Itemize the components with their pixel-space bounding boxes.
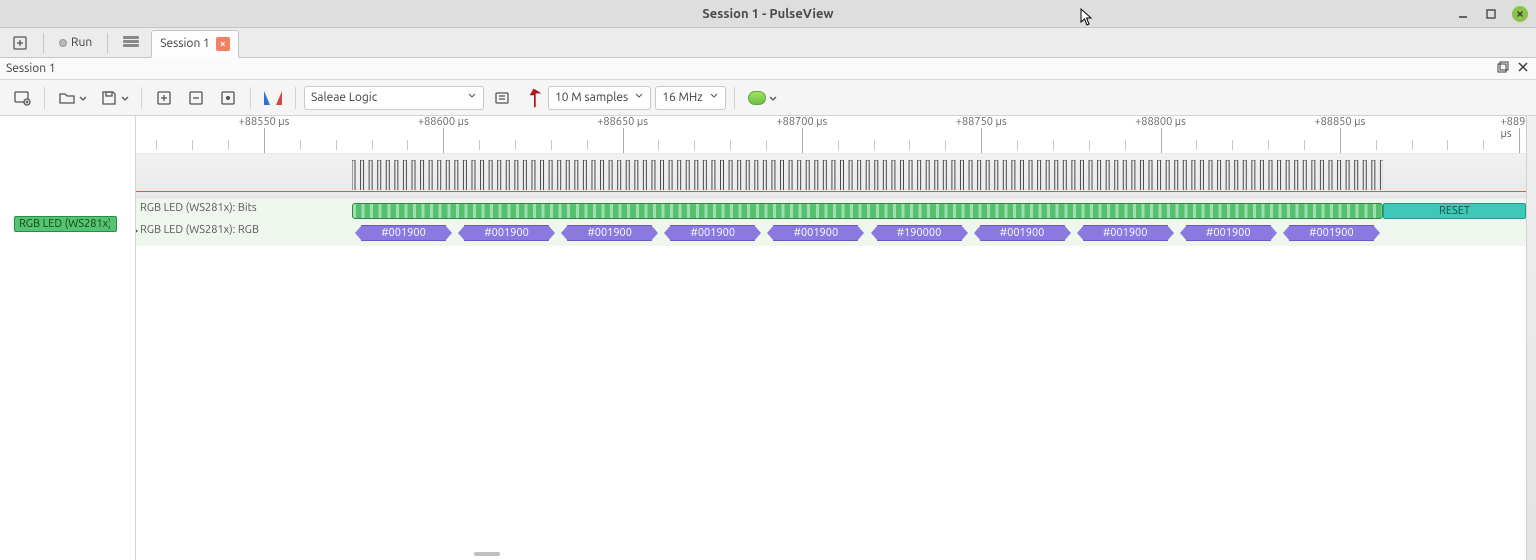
window-title: Session 1 - PulseView	[0, 7, 1536, 21]
views-button[interactable]	[117, 34, 145, 52]
cursors-button[interactable]	[259, 88, 287, 108]
session-tab-label: Session 1	[160, 37, 210, 50]
run-label: Run	[71, 36, 92, 49]
rgb-annotation[interactable]: #001900	[670, 225, 755, 241]
sample-rate: 16 MHz	[662, 91, 703, 104]
save-button[interactable]	[95, 86, 133, 110]
expand-row-icon[interactable]	[136, 227, 138, 235]
horizontal-scroll-thumb[interactable]	[474, 552, 500, 556]
close-button[interactable]	[1512, 6, 1528, 22]
ruler-label: +88650 µs	[597, 116, 648, 128]
sample-count: 10 M samples	[555, 91, 628, 104]
trigger-line	[136, 191, 1536, 192]
new-view-button[interactable]	[8, 86, 36, 110]
session-toolbar: Saleae Logic 10 M samples 16 MHz	[0, 80, 1536, 116]
close-tab-button[interactable]: ×	[216, 37, 230, 51]
d0-waveform	[352, 160, 1383, 190]
zoom-fit-button[interactable]	[214, 86, 242, 110]
vertical-scrollbar[interactable]	[1526, 116, 1536, 560]
flag-blue-icon	[264, 91, 272, 105]
chevron-down-icon	[634, 91, 644, 104]
device-config-button[interactable]	[488, 86, 516, 110]
channel-d0-row[interactable]	[136, 154, 1536, 198]
device-name: Saleae Logic	[311, 91, 377, 104]
chevron-down-icon	[120, 94, 128, 102]
zoom-out-button[interactable]	[182, 86, 210, 110]
maximize-button[interactable]	[1484, 7, 1498, 21]
sample-count-selector[interactable]: 10 M samples	[548, 86, 651, 110]
rgb-annotation[interactable]: #190000	[877, 225, 962, 241]
rgb-annotation[interactable]: #001900	[980, 225, 1065, 241]
decoder-chip-icon	[748, 91, 766, 105]
chevron-down-icon	[467, 91, 477, 104]
ruler-label: +88750 µs	[956, 116, 1007, 128]
probe-icon	[522, 88, 542, 108]
rgb-annotation[interactable]: #001900	[464, 225, 549, 241]
ruler-label: +88800 µs	[1135, 116, 1186, 128]
time-ruler[interactable]: +88550 µs +88600 µs +88650 µs +88700 µs +887…	[136, 116, 1536, 154]
bits-row-label: RGB LED (WS281x): Bits	[140, 202, 257, 214]
rgb-annotation[interactable]: #001900	[1083, 225, 1168, 241]
zoom-in-button[interactable]	[150, 86, 178, 110]
trace-view[interactable]: D0RGB LED (WS281x) +88550 µs+88600 µs+88…	[0, 116, 1536, 560]
sample-rate-selector[interactable]: 16 MHz	[655, 86, 726, 110]
chevron-down-icon	[709, 91, 719, 104]
ruler-label: +88600 µs	[418, 116, 469, 128]
ruler-label: +88550 µs	[239, 116, 290, 128]
plus-box-icon	[12, 35, 28, 51]
session-header: Session 1	[0, 58, 1536, 80]
bits-annotation[interactable]	[352, 203, 1383, 219]
titlebar: Session 1 - PulseView	[0, 0, 1536, 28]
add-decoder-button[interactable]	[743, 88, 781, 108]
session-tab[interactable]: Session 1 ×	[151, 30, 239, 58]
main-tabbar: Run Session 1 ×	[0, 28, 1536, 58]
channel-gutter[interactable]: D0RGB LED (WS281x)	[0, 116, 136, 560]
rgb-annotation[interactable]: #001900	[567, 225, 652, 241]
device-selector[interactable]: Saleae Logic	[304, 86, 484, 110]
rgb-annotation[interactable]: #001900	[773, 225, 858, 241]
close-view-button[interactable]	[1516, 60, 1530, 77]
new-session-button[interactable]	[6, 33, 34, 53]
decoder-rgb-row[interactable]: #001900 #001900 #001900 #001900 #001900 #1900…	[136, 224, 1536, 244]
rgb-row-label: RGB LED (WS281x): RGB	[140, 224, 259, 236]
session-name: Session 1	[6, 62, 56, 75]
channels-button[interactable]	[520, 88, 544, 108]
views-icon	[123, 36, 139, 50]
restore-view-button[interactable]	[1496, 60, 1510, 77]
rgb-annotation[interactable]: #001900	[1186, 225, 1271, 241]
chevron-down-icon	[78, 94, 86, 102]
decoder-bits-row[interactable]: RESET	[136, 202, 1536, 222]
ruler-label: +88850 µs	[1314, 116, 1365, 128]
open-button[interactable]	[53, 86, 91, 110]
waveform-area[interactable]: +88550 µs +88600 µs +88650 µs +88700 µs +887…	[136, 116, 1536, 560]
flag-red-icon	[274, 91, 282, 105]
record-icon	[59, 39, 67, 47]
chevron-down-icon	[768, 94, 776, 102]
run-button[interactable]: Run	[53, 34, 98, 51]
rgb-annotation[interactable]: #001900	[361, 225, 446, 241]
reset-annotation[interactable]: RESET	[1383, 203, 1526, 219]
ruler-label: +88700 µs	[776, 116, 827, 128]
rgb-annotation[interactable]: #001900	[1289, 225, 1374, 241]
decoder-label[interactable]: RGB LED (WS281x)	[14, 216, 117, 232]
minimize-button[interactable]	[1456, 7, 1470, 21]
